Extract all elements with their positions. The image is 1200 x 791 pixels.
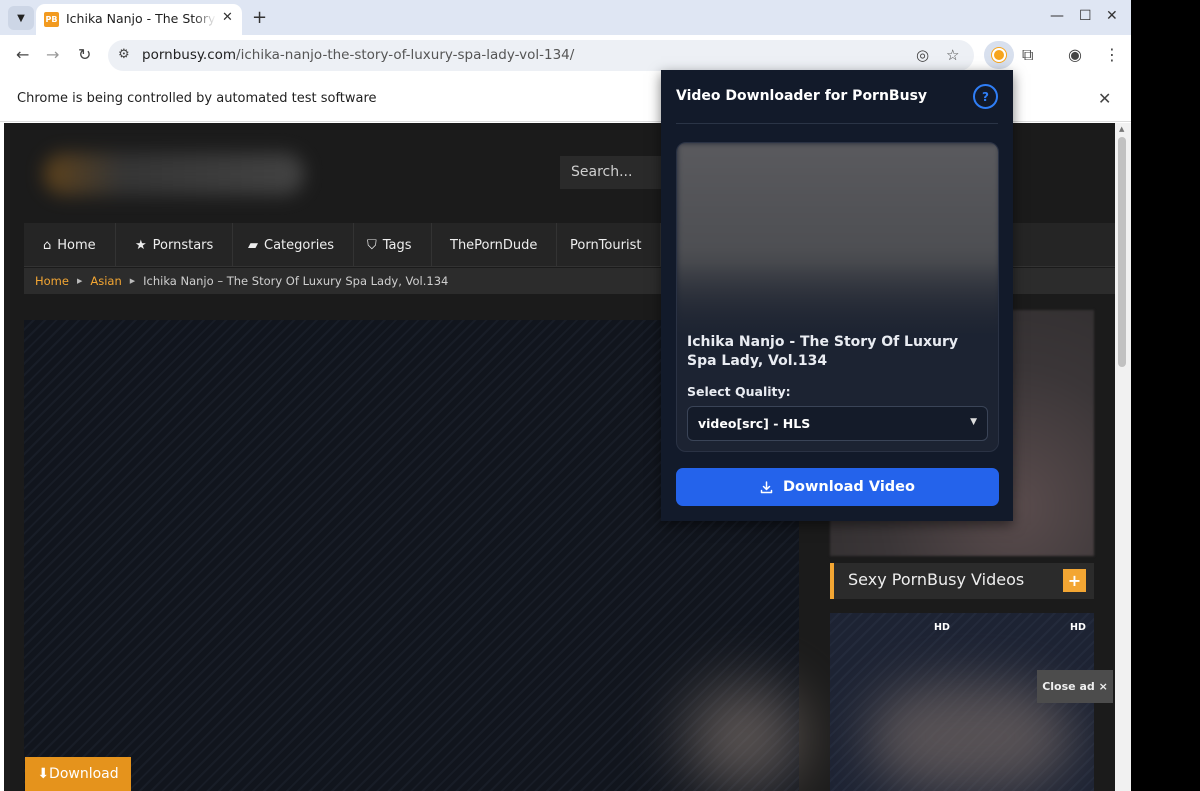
tab-close-icon[interactable]: ✕: [222, 10, 233, 25]
scrollbar-thumb[interactable]: [1118, 137, 1126, 367]
bookmark-star-icon[interactable]: ☆: [946, 46, 959, 64]
folder-icon: ▰: [248, 237, 258, 253]
hd-badge: HD: [934, 622, 950, 633]
plus-icon[interactable]: +: [1063, 569, 1086, 592]
video-title: Ichika Nanjo - The Story Of Luxury Spa L…: [687, 334, 958, 369]
chevron-right-icon: ▶: [76, 277, 83, 285]
breadcrumb-home[interactable]: Home: [35, 274, 69, 288]
nav-tags[interactable]: ⛉ Tags: [348, 223, 432, 267]
new-tab-icon[interactable]: +: [252, 7, 267, 28]
minimize-icon[interactable]: —: [1050, 8, 1064, 24]
nav-tags-label: Tags: [382, 237, 412, 253]
nav-pornstars-label: Pornstars: [152, 237, 214, 253]
nav-theporndude-label: ThePornDude: [450, 237, 538, 253]
hd-badge: HD: [1070, 622, 1086, 633]
download-video-label: Download Video: [783, 479, 915, 495]
quality-select[interactable]: video[src] - HLS ▼: [687, 406, 988, 441]
extension-downloader-icon[interactable]: [984, 41, 1014, 69]
menu-kebab-icon[interactable]: ⋮: [1104, 45, 1120, 64]
infobar-close-icon[interactable]: ✕: [1098, 89, 1111, 108]
nav-home-label: Home: [57, 237, 96, 253]
tab-strip: ▼ PB Ichika Nanjo - The Story Of Luxury …: [0, 0, 1131, 35]
url-path: /ichika-nanjo-the-story-of-luxury-spa-la…: [236, 47, 575, 63]
eye-off-icon[interactable]: ◎: [916, 46, 929, 64]
sidebar-section-header: Sexy PornBusy Videos +: [830, 563, 1094, 599]
address-bar[interactable]: ⚙ pornbusy.com/ichika-nanjo-the-story-of…: [108, 40, 974, 71]
help-icon[interactable]: ?: [973, 84, 998, 109]
search-input[interactable]: Search...: [560, 156, 670, 189]
divider: [676, 123, 998, 124]
forward-icon[interactable]: →: [46, 45, 59, 64]
download-icon: [760, 480, 773, 494]
nav-categories[interactable]: ▰ Categories: [229, 223, 355, 267]
chevron-right-icon: ▶: [129, 277, 136, 285]
profile-icon[interactable]: ◉: [1068, 45, 1082, 64]
popup-title: Video Downloader for PornBusy: [676, 88, 928, 104]
nav-theporndude[interactable]: ThePornDude: [431, 223, 558, 267]
caret-down-icon: ▼: [970, 417, 977, 427]
url-host: pornbusy.com: [142, 47, 237, 63]
thumbnail-fade: [677, 263, 998, 343]
infobar-text: Chrome is being controlled by automated …: [17, 91, 377, 106]
extension-popup: Video Downloader for PornBusy ? Ichika N…: [661, 70, 1013, 521]
home-icon: ⌂: [43, 237, 52, 253]
url-text[interactable]: pornbusy.com/ichika-nanjo-the-story-of-l…: [142, 47, 574, 63]
nav-porntourist-label: PornTourist: [570, 237, 642, 253]
nav-porntourist[interactable]: PornTourist: [551, 223, 662, 267]
nav-home[interactable]: ⌂ Home: [24, 223, 116, 267]
tags-icon: ⛉: [367, 237, 377, 253]
sidebar-title: Sexy PornBusy Videos: [848, 570, 1025, 589]
tab-active[interactable]: PB Ichika Nanjo - The Story Of Luxury Sp…: [36, 4, 242, 35]
browser-window: ▼ PB Ichika Nanjo - The Story Of Luxury …: [0, 0, 1131, 791]
site-info-icon[interactable]: ⚙: [118, 47, 130, 62]
desktop-background: [1131, 0, 1200, 791]
reload-icon[interactable]: ↻: [78, 45, 91, 64]
site-favicon-icon: PB: [44, 12, 59, 27]
download-button[interactable]: ⬇Download: [25, 757, 131, 791]
scroll-up-icon[interactable]: ▲: [1119, 125, 1124, 133]
quality-selected-value: video[src] - HLS: [698, 416, 811, 431]
tab-title: Ichika Nanjo - The Story Of Luxury Spa L…: [66, 11, 216, 26]
back-icon[interactable]: ←: [16, 45, 29, 64]
breadcrumb-current: Ichika Nanjo – The Story Of Luxury Spa L…: [143, 274, 449, 288]
extensions-puzzle-icon[interactable]: ⧉: [1022, 45, 1033, 65]
close-window-icon[interactable]: ✕: [1106, 8, 1118, 24]
site-logo[interactable]: [44, 153, 304, 195]
close-ad-button[interactable]: Close ad ×: [1037, 670, 1113, 703]
download-video-button[interactable]: Download Video: [676, 468, 999, 506]
player-preview: [684, 683, 804, 791]
nav-categories-label: Categories: [264, 237, 335, 253]
quality-label: Select Quality:: [687, 384, 791, 399]
tab-list-icon[interactable]: ▼: [8, 6, 34, 30]
breadcrumb-category[interactable]: Asian: [90, 274, 121, 288]
video-card: Ichika Nanjo - The Story Of Luxury Spa L…: [676, 142, 999, 452]
nav-pornstars[interactable]: ★ Pornstars: [116, 223, 234, 267]
page-scrollbar[interactable]: ▲: [1115, 123, 1131, 791]
maximize-icon[interactable]: ☐: [1079, 8, 1092, 24]
star-icon: ★: [135, 237, 147, 253]
